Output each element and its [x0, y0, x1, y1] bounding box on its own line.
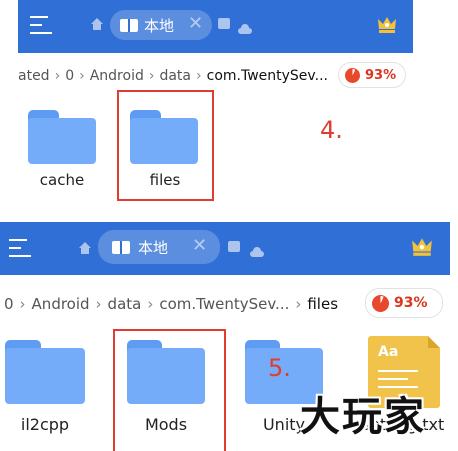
bottom-toolbar: 本地 ✕ — [0, 222, 450, 275]
breadcrumb-chevron-icon: › — [95, 295, 102, 313]
breadcrumb-chevron-icon: › — [79, 68, 85, 84]
breadcrumb-chevron-icon: › — [196, 68, 202, 84]
tab-label: 本地 — [144, 17, 175, 35]
folder-tab-icon — [120, 19, 138, 32]
cloud-icon[interactable] — [250, 242, 264, 261]
storage-pie-icon — [372, 294, 389, 312]
storage-percent: 93% — [365, 67, 397, 83]
storage-badge[interactable]: 93% — [338, 62, 406, 88]
breadcrumb: ated › 0 › Android › data › com.TwentySe… — [18, 66, 328, 86]
tab-label: 本地 — [138, 239, 169, 257]
folder-icon[interactable] — [5, 340, 85, 404]
breadcrumb-item[interactable]: 0 — [65, 68, 74, 84]
breadcrumb-item[interactable]: 0 — [4, 295, 14, 313]
storage-percent: 93% — [394, 295, 428, 311]
storage-badge[interactable]: 93% — [365, 288, 443, 318]
menu-icon[interactable] — [9, 239, 33, 257]
breadcrumb-item[interactable]: Android — [32, 295, 90, 313]
folder-tab-icon — [112, 241, 130, 254]
folder-icon[interactable] — [28, 110, 96, 164]
cloud-icon[interactable] — [238, 19, 252, 38]
breadcrumb-item[interactable]: com.TwentySev... — [159, 295, 289, 313]
watermark: 大玩家 — [300, 394, 426, 440]
storage-pie-icon — [345, 67, 360, 83]
home-icon[interactable] — [90, 16, 104, 30]
chat-icon[interactable] — [218, 18, 230, 29]
folder-name[interactable]: cache — [12, 171, 112, 189]
close-tab-icon[interactable]: ✕ — [192, 235, 207, 256]
breadcrumb-item[interactable]: data — [108, 295, 142, 313]
crown-icon[interactable] — [410, 235, 434, 261]
menu-icon[interactable] — [30, 16, 54, 34]
breadcrumb-chevron-icon: › — [19, 295, 26, 313]
tab-local[interactable]: 本地 ✕ — [110, 10, 212, 40]
highlight-box — [117, 90, 214, 201]
breadcrumb-chevron-icon: › — [148, 68, 155, 84]
home-icon[interactable] — [78, 240, 92, 254]
breadcrumb-chevron-icon: › — [295, 295, 302, 313]
breadcrumb-item[interactable]: ated — [18, 68, 50, 84]
chat-icon[interactable] — [228, 241, 240, 252]
breadcrumb-item[interactable]: files — [307, 295, 338, 313]
breadcrumb-chevron-icon: › — [54, 68, 61, 84]
breadcrumb-item[interactable]: Android — [90, 68, 144, 84]
text-file-glyph: Aa — [378, 344, 399, 360]
breadcrumb: 0 › Android › data › com.TwentySev... › … — [4, 294, 338, 314]
file-name[interactable]: il2cpp — [0, 415, 90, 434]
close-tab-icon[interactable]: ✕ — [188, 13, 203, 34]
breadcrumb-item[interactable]: data — [159, 68, 191, 84]
crown-icon[interactable] — [376, 14, 398, 38]
step-label: 4. — [320, 116, 343, 144]
highlight-box — [113, 329, 226, 451]
breadcrumb-item[interactable]: com.TwentySev... — [207, 68, 328, 84]
tab-local[interactable]: 本地 ✕ — [98, 230, 220, 264]
step-label: 5. — [268, 354, 291, 382]
breadcrumb-chevron-icon: › — [147, 295, 154, 313]
top-toolbar: 本地 ✕ — [18, 0, 413, 53]
